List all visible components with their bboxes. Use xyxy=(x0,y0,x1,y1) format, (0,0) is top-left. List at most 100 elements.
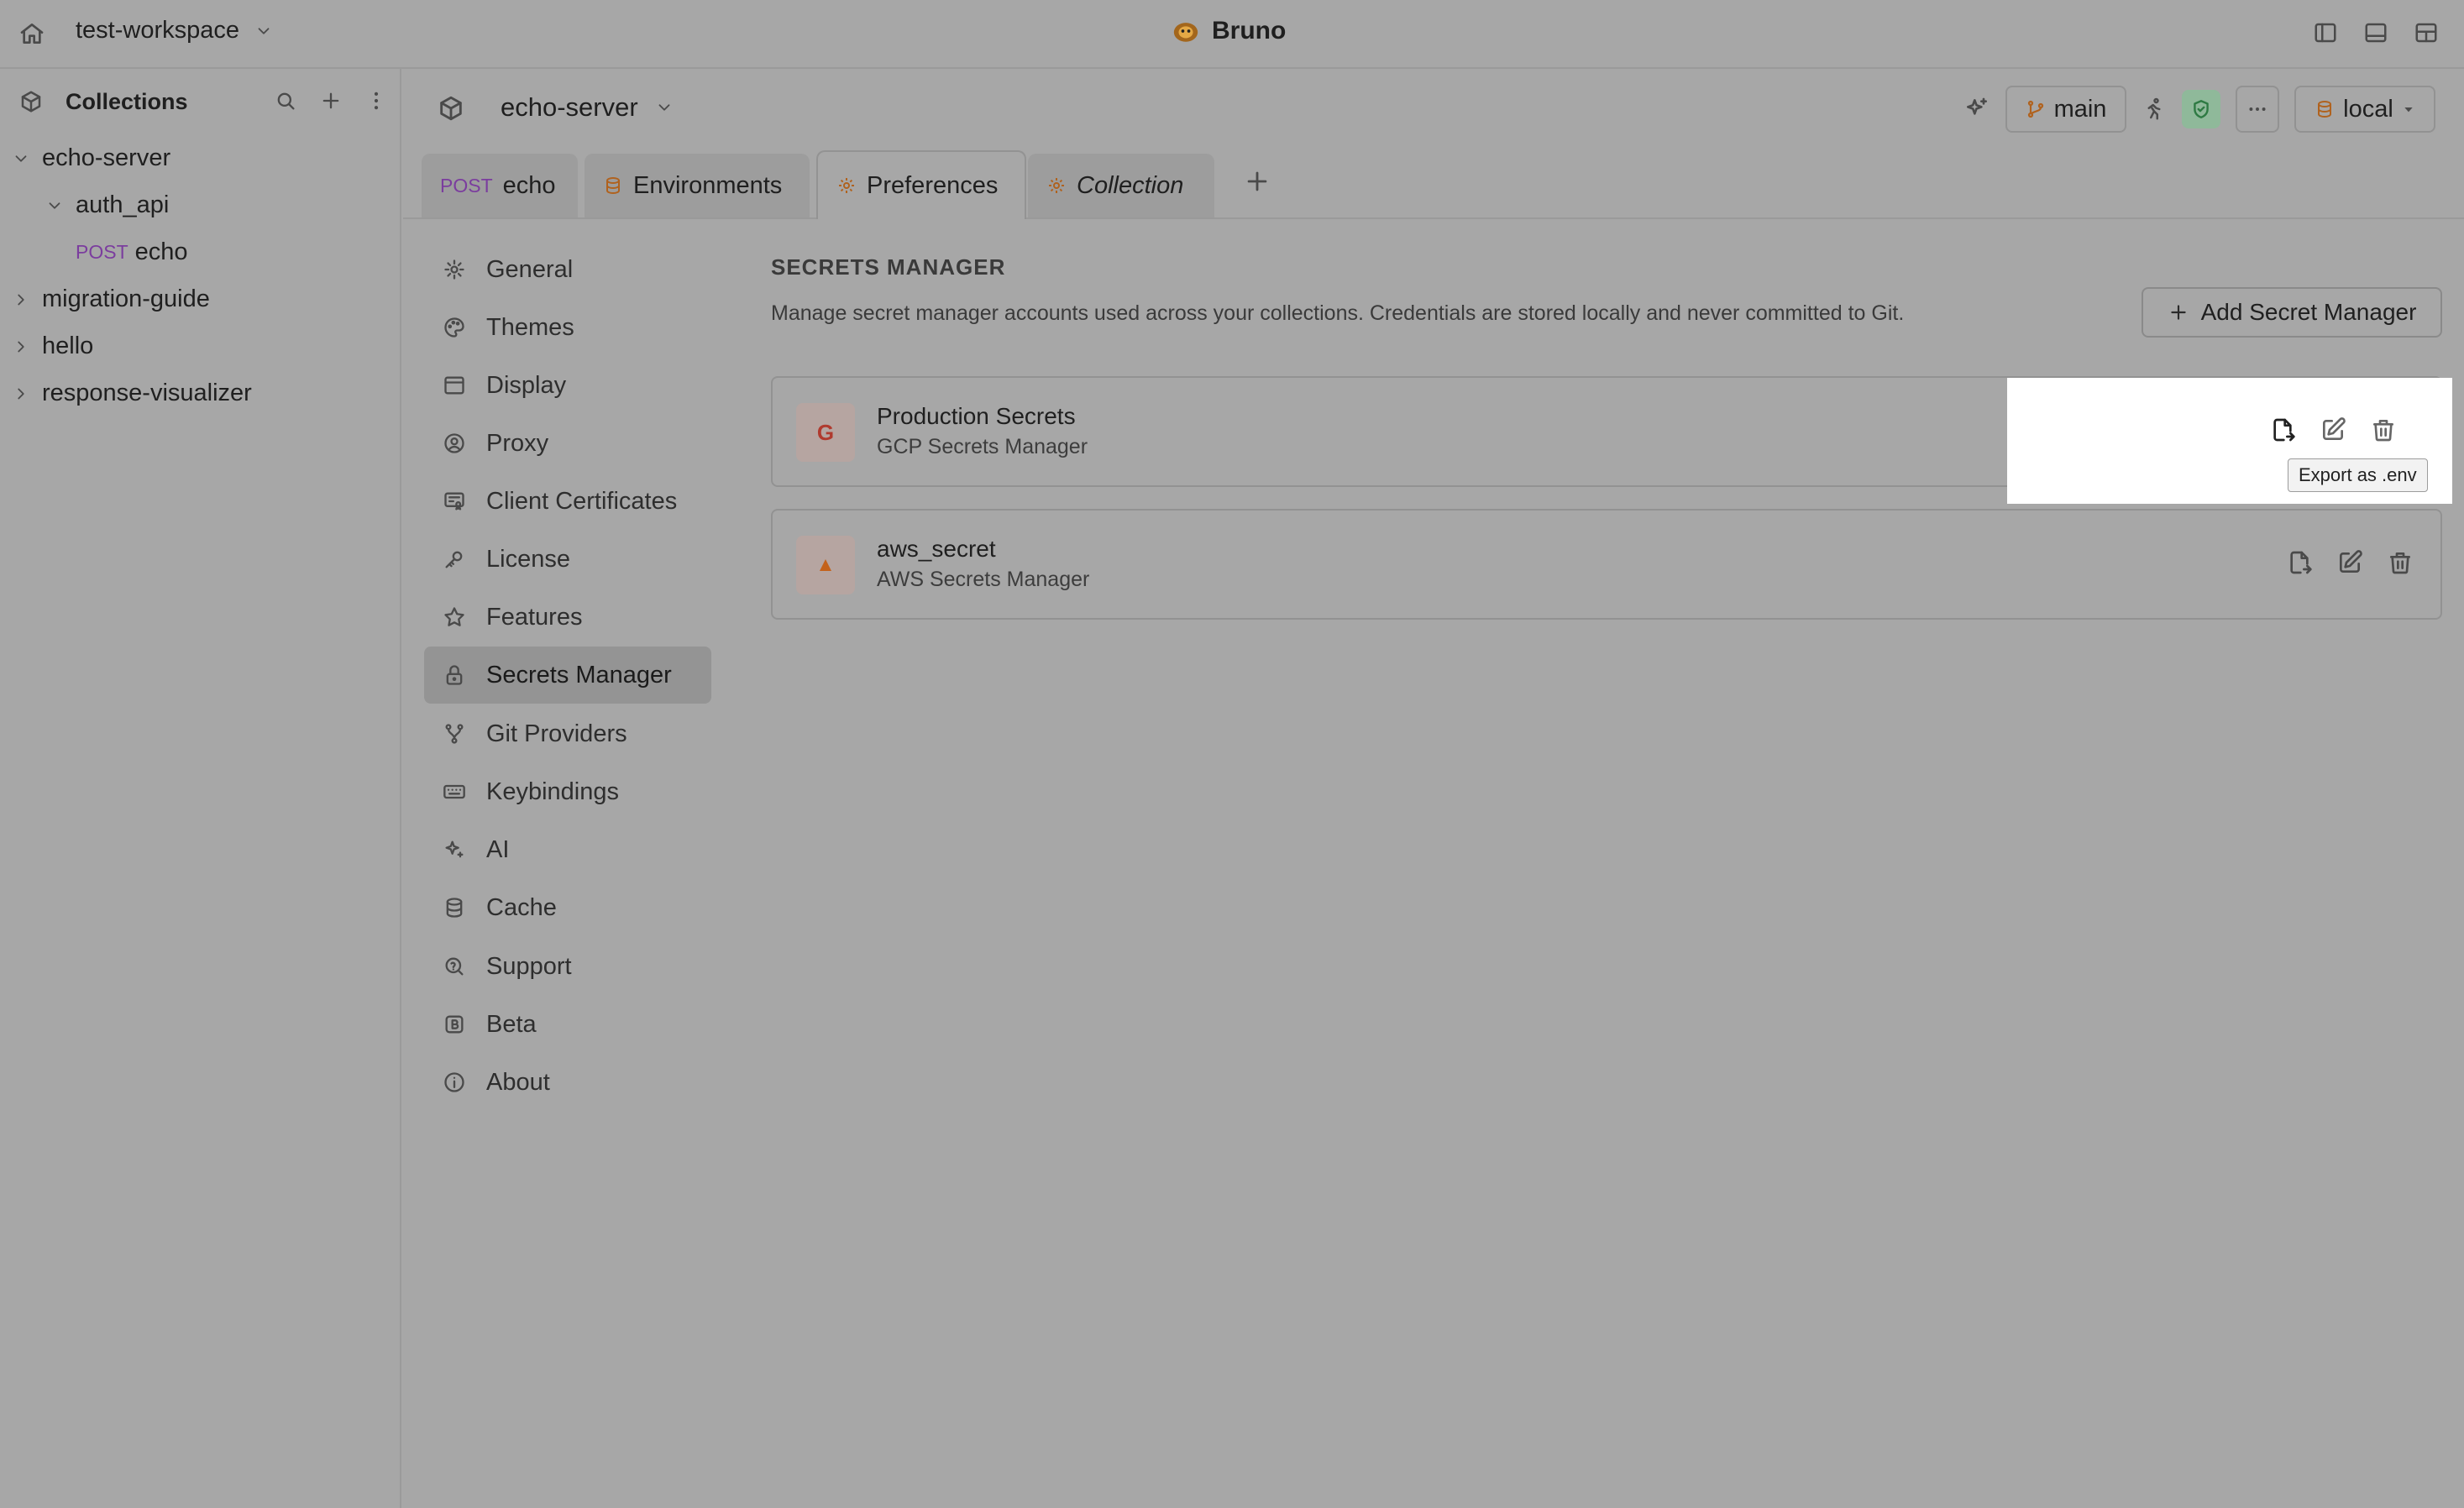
sparkle-icon xyxy=(443,838,466,861)
pref-nav-label: About xyxy=(486,1068,550,1096)
app-title: Bruno xyxy=(1212,17,1287,45)
plus-icon xyxy=(2168,301,2189,323)
toggle-bottom-panel-icon[interactable] xyxy=(2363,20,2388,45)
secret-type: GCP Secrets Manager xyxy=(877,435,1088,458)
add-tab-icon[interactable] xyxy=(1243,167,1271,196)
gcp-badge: G xyxy=(796,403,855,462)
tab-collection[interactable]: Collection xyxy=(1028,154,1214,217)
branch-name: main xyxy=(2053,95,2107,123)
trash-icon[interactable] xyxy=(2370,416,2397,443)
info-icon xyxy=(443,1071,466,1094)
tab-preferences[interactable]: Preferences xyxy=(816,150,1026,219)
certificate-icon xyxy=(443,490,466,513)
pref-nav-beta[interactable]: Beta xyxy=(424,996,711,1053)
pref-nav-general[interactable]: General xyxy=(424,241,711,298)
tree-item-echo-request[interactable]: POST echo xyxy=(76,238,188,266)
pref-nav-label: Cache xyxy=(486,893,557,921)
chevron-right-icon xyxy=(12,291,30,309)
tree-item-label: echo-server xyxy=(42,144,171,171)
chevron-right-icon xyxy=(12,338,30,356)
pref-nav-features[interactable]: Features xyxy=(424,589,711,646)
sidebar: Collections echo-server auth_api POST ec… xyxy=(0,69,401,1508)
database-icon xyxy=(2315,99,2335,119)
pref-nav-cache[interactable]: Cache xyxy=(424,879,711,936)
edit-icon[interactable] xyxy=(2336,549,2363,576)
edit-icon[interactable] xyxy=(2320,416,2346,443)
pref-nav-secrets-manager[interactable]: Secrets Manager xyxy=(424,647,711,704)
export-file-icon[interactable] xyxy=(2269,416,2296,443)
tree-item-label: auth_api xyxy=(76,191,170,218)
add-secret-manager-button[interactable]: Add Secret Manager xyxy=(2142,287,2442,338)
layout-controls xyxy=(2313,20,2439,45)
database-icon xyxy=(443,896,466,919)
split-layout-icon[interactable] xyxy=(2414,20,2439,45)
lock-icon xyxy=(443,663,466,687)
tab-label: Collection xyxy=(1077,171,1184,199)
palette-icon xyxy=(443,316,466,339)
pref-nav-display[interactable]: Display xyxy=(424,357,711,414)
environment-name: local xyxy=(2343,95,2393,123)
home-icon[interactable] xyxy=(18,20,45,47)
export-tooltip: Export as .env xyxy=(2288,458,2428,492)
more-vertical-icon[interactable] xyxy=(364,89,388,113)
pref-nav-label: Secrets Manager xyxy=(486,661,672,689)
pref-nav-label: Themes xyxy=(486,313,574,341)
section-description: Manage secret manager accounts used acro… xyxy=(771,301,1905,325)
pref-nav-label: General xyxy=(486,255,574,283)
secret-name: aws_secret xyxy=(877,536,996,562)
collection-name: echo-server xyxy=(501,92,638,122)
more-horizontal-icon xyxy=(2246,98,2268,120)
branch-selector[interactable]: main xyxy=(2005,86,2126,133)
pref-nav-themes[interactable]: Themes xyxy=(424,299,711,356)
collection-selector[interactable]: echo-server xyxy=(501,92,674,123)
tree-item-echo-server[interactable]: echo-server xyxy=(12,144,170,172)
pref-nav-label: Keybindings xyxy=(486,778,619,805)
plus-icon[interactable] xyxy=(319,89,343,113)
pref-nav-about[interactable]: About xyxy=(424,1054,711,1111)
export-file-icon[interactable] xyxy=(2286,549,2313,576)
section-title: SECRETS MANAGER xyxy=(771,254,1006,280)
ai-sparkle-icon[interactable] xyxy=(1963,96,1990,123)
collection-header: echo-server main local xyxy=(403,69,2464,149)
tree-item-migration-guide[interactable]: migration-guide xyxy=(12,285,210,313)
pref-nav-label: Client Certificates xyxy=(486,487,678,515)
pref-nav-label: Display xyxy=(486,371,567,399)
workspace-selector[interactable]: test-workspace xyxy=(76,17,273,45)
chevron-down-icon xyxy=(655,98,674,117)
pref-nav-keybindings[interactable]: Keybindings xyxy=(424,763,711,820)
search-icon[interactable] xyxy=(274,89,297,113)
pref-nav-label: Proxy xyxy=(486,429,549,457)
pref-nav-label: License xyxy=(486,545,570,573)
pref-nav-client-certificates[interactable]: Client Certificates xyxy=(424,473,711,530)
trash-icon[interactable] xyxy=(2387,549,2414,576)
secret-card-aws[interactable]: ▲ aws_secret AWS Secrets Manager xyxy=(771,509,2442,620)
pref-nav-support[interactable]: Support xyxy=(424,938,711,995)
database-icon xyxy=(603,175,623,196)
gear-icon xyxy=(443,258,466,281)
tree-item-label: response-visualizer xyxy=(42,380,252,406)
tree-item-response-visualizer[interactable]: response-visualizer xyxy=(12,380,252,407)
sidebar-header: Collections xyxy=(18,82,388,121)
pref-nav-ai[interactable]: AI xyxy=(424,821,711,878)
tree-item-auth-api[interactable]: auth_api xyxy=(45,191,169,219)
shield-check-icon[interactable] xyxy=(2182,90,2220,128)
pref-nav-git-providers[interactable]: Git Providers xyxy=(424,705,711,762)
pref-nav-label: Features xyxy=(486,603,583,631)
tab-environments[interactable]: Environments xyxy=(585,154,810,217)
pref-nav-proxy[interactable]: Proxy xyxy=(424,415,711,472)
pref-nav-label: Support xyxy=(486,952,572,980)
tree-item-label: migration-guide xyxy=(42,285,210,312)
collection-cube-icon xyxy=(437,94,465,123)
tree-item-hello[interactable]: hello xyxy=(12,332,93,360)
tab-label: Preferences xyxy=(867,171,999,199)
more-options-button[interactable] xyxy=(2236,86,2279,133)
app-brand: Bruno xyxy=(1172,17,1286,45)
pref-nav-license[interactable]: License xyxy=(424,531,711,588)
runner-icon[interactable] xyxy=(2142,97,2167,122)
pref-nav-label: Beta xyxy=(486,1010,537,1038)
environment-selector[interactable]: local xyxy=(2294,86,2435,133)
request-method: POST xyxy=(76,241,128,263)
tab-post-echo[interactable]: POST echo xyxy=(422,154,578,217)
toggle-sidebar-icon[interactable] xyxy=(2313,20,2338,45)
tab-label: Environments xyxy=(633,171,783,199)
